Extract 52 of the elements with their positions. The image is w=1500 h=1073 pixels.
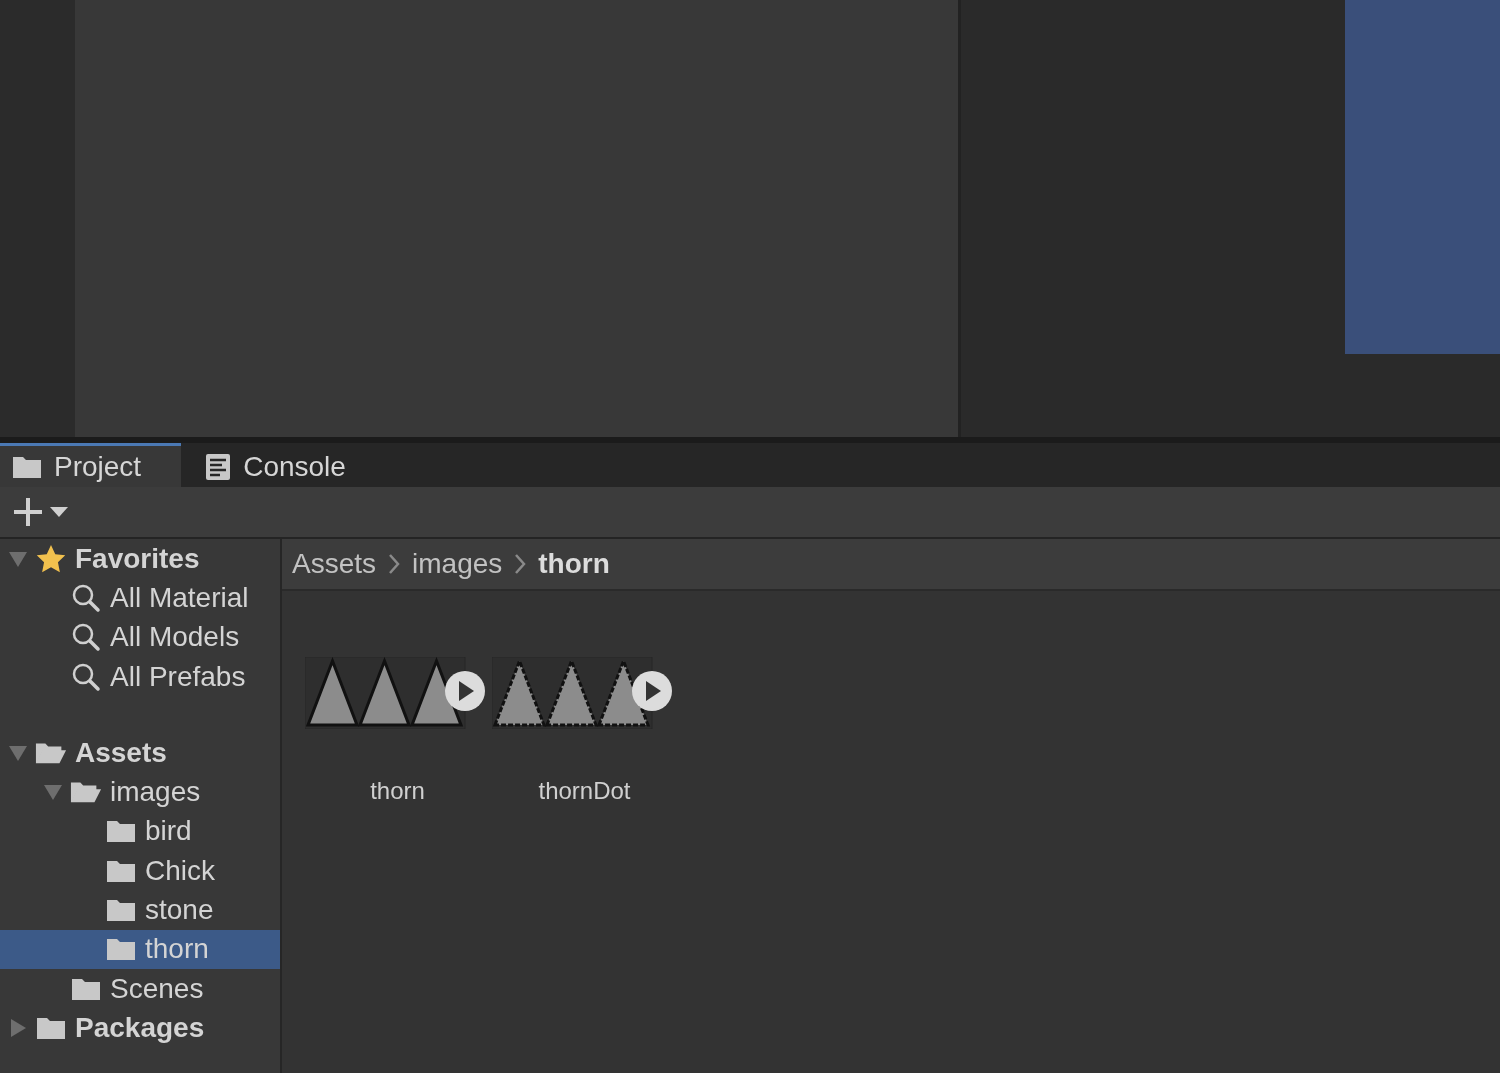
- folder-icon: [106, 858, 136, 883]
- collapsed-arrow-icon[interactable]: [8, 1018, 27, 1037]
- tree-item[interactable]: thorn: [0, 929, 280, 969]
- folder-icon: [36, 1015, 66, 1040]
- console-icon: [205, 452, 232, 481]
- asset-name[interactable]: thornDot: [538, 777, 631, 805]
- plus-icon: [12, 496, 44, 528]
- search-icon: [71, 582, 101, 613]
- panel-tab[interactable]: Project: [0, 443, 182, 487]
- expanded-arrow-icon[interactable]: [8, 549, 27, 568]
- tree-item[interactable]: images: [0, 772, 280, 812]
- panel-tab[interactable]: Console: [181, 443, 386, 487]
- tree-item[interactable]: Chick: [0, 851, 280, 891]
- caret-icon: [50, 506, 68, 518]
- tree-label: Assets: [75, 736, 167, 769]
- chevron-icon: [388, 553, 401, 575]
- tree-label: bird: [145, 815, 192, 848]
- breadcrumb-item[interactable]: Assets: [292, 548, 377, 580]
- tree-item[interactable]: All Prefabs: [0, 656, 280, 697]
- asset-name[interactable]: thorn: [370, 777, 425, 805]
- tree-item[interactable]: Packages: [0, 1008, 280, 1048]
- folder-icon: [71, 976, 101, 1001]
- breadcrumb-item[interactable]: images: [412, 548, 503, 580]
- search-icon: [71, 622, 101, 653]
- folder-icon: [106, 819, 136, 844]
- star-icon: [36, 544, 66, 573]
- tree-label: All Models: [110, 621, 240, 654]
- tree-item[interactable]: bird: [0, 811, 280, 852]
- tree-item[interactable]: All Models: [0, 617, 280, 657]
- tree-label: All Prefabs: [110, 660, 246, 693]
- tree-item[interactable]: Scenes: [0, 968, 280, 1009]
- tree-label: Chick: [145, 854, 215, 887]
- tree-label: All Material: [110, 581, 249, 614]
- tree-label: stone: [145, 894, 214, 926]
- folder-icon: [106, 937, 136, 962]
- chevron-icon: [514, 553, 527, 575]
- tree-item[interactable]: Assets: [0, 733, 280, 773]
- expanded-arrow-icon[interactable]: [43, 783, 62, 802]
- search-icon: [71, 661, 101, 692]
- folder-icon: [12, 454, 42, 479]
- tree-label: thorn: [145, 933, 209, 966]
- tree-label: images: [110, 776, 201, 809]
- add-button[interactable]: [12, 496, 68, 528]
- breadcrumb-item[interactable]: thorn: [538, 548, 610, 580]
- tree-label: Packages: [75, 1011, 205, 1044]
- tree-item[interactable]: stone: [0, 890, 280, 930]
- tree-item[interactable]: All Material: [0, 578, 280, 618]
- tree-item[interactable]: Favorites: [0, 539, 280, 579]
- folder-icon: [106, 898, 136, 922]
- tree-label: Favorites: [75, 542, 200, 575]
- expanded-arrow-icon[interactable]: [8, 743, 27, 762]
- tree-label: Scenes: [110, 972, 204, 1005]
